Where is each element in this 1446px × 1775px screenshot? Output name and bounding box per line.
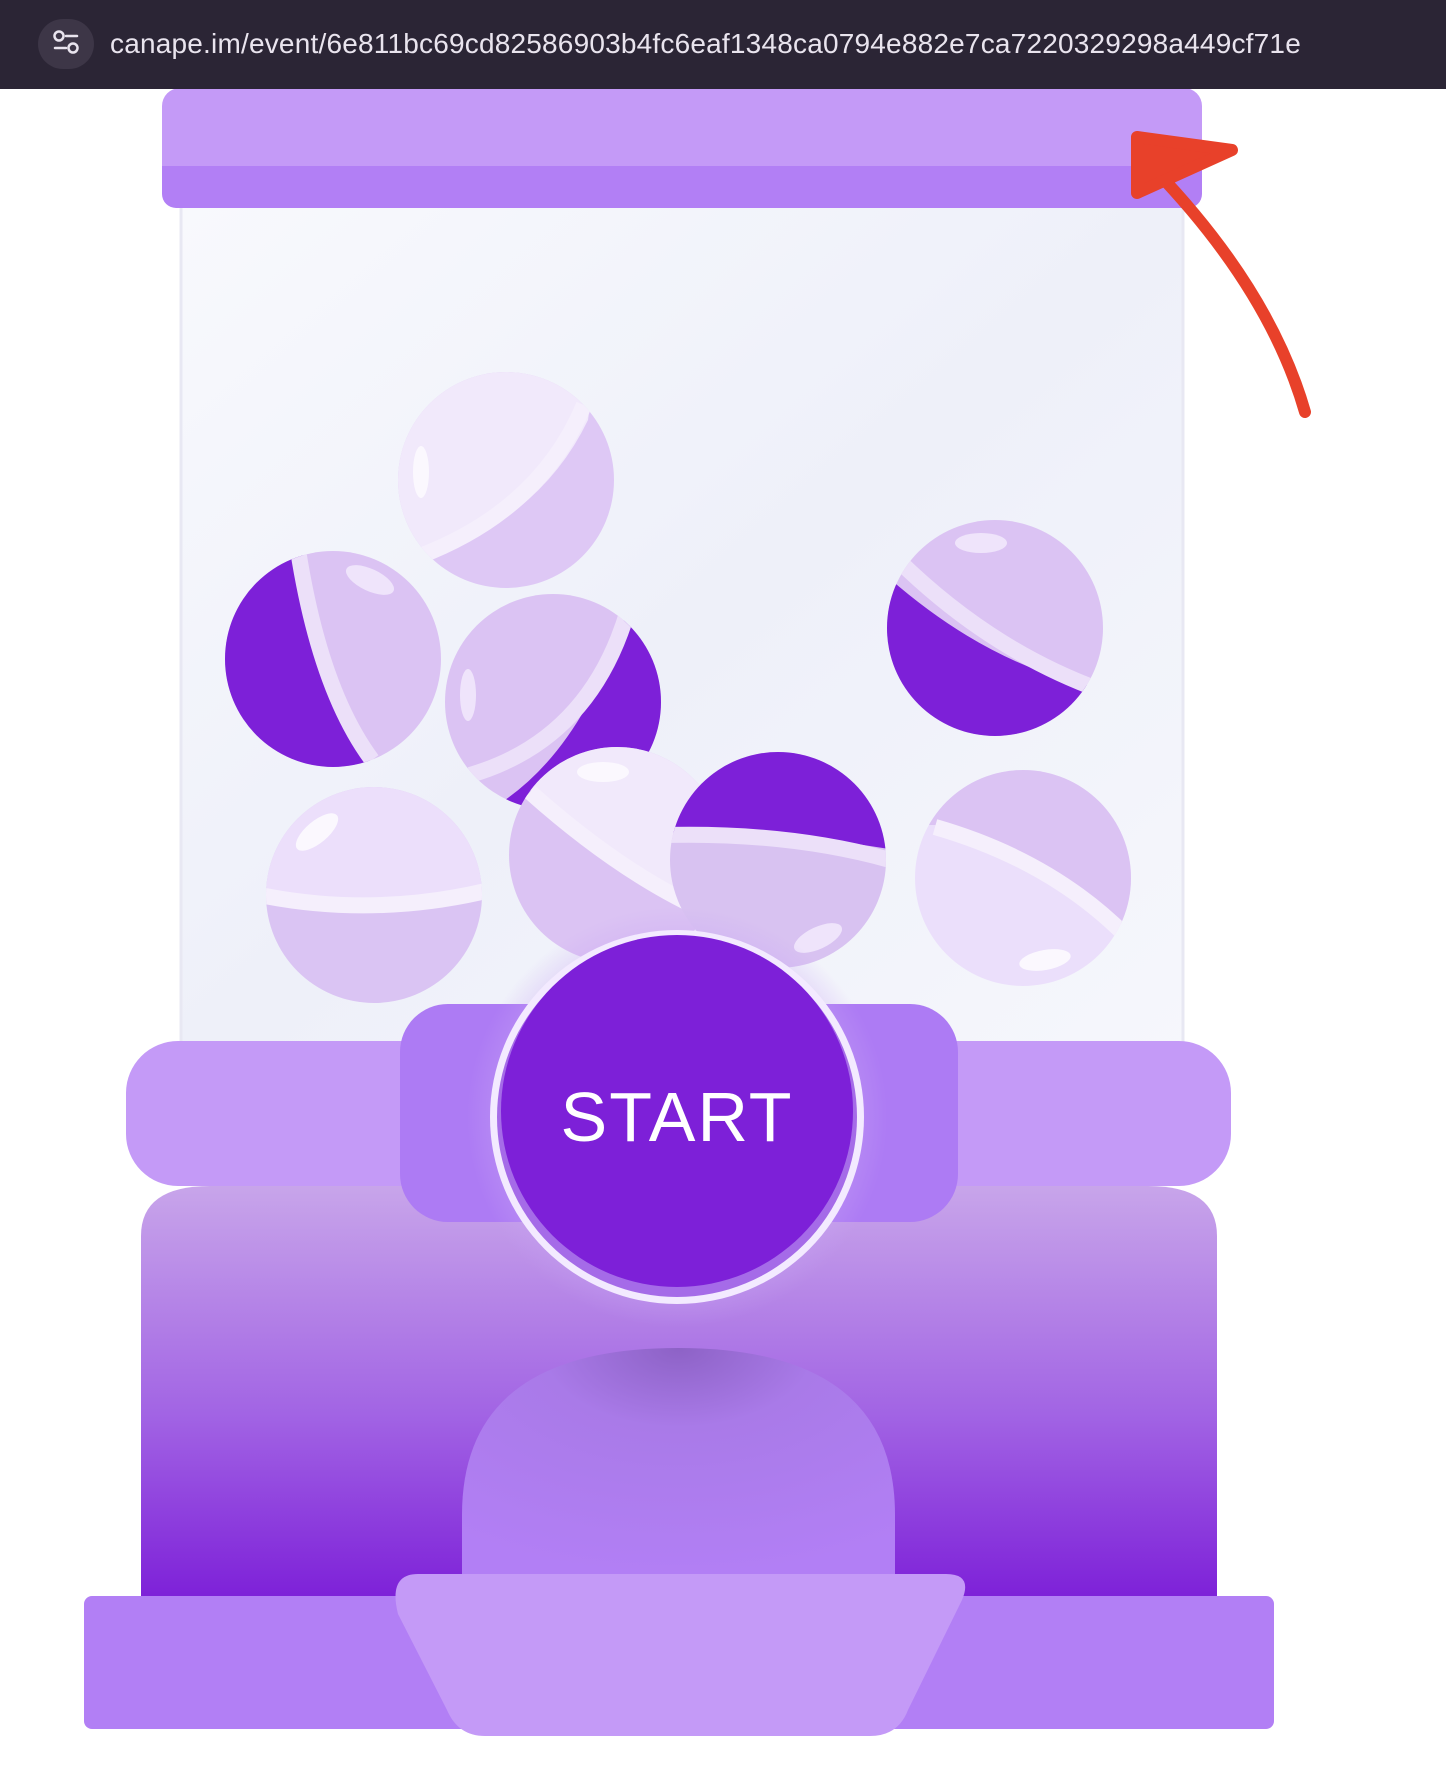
- dispense-chute: [462, 1348, 895, 1600]
- start-button[interactable]: START: [492, 932, 862, 1302]
- url-text[interactable]: canape.im/event/6e811bc69cd82586903b4fc6…: [110, 21, 1301, 67]
- site-settings-button[interactable]: [38, 19, 94, 69]
- gumball-machine: [84, 88, 1311, 1736]
- browser-url-bar: canape.im/event/6e811bc69cd82586903b4fc6…: [0, 0, 1446, 89]
- gumball-machine-scene: [0, 0, 1446, 1770]
- start-button-label: START: [560, 1078, 794, 1156]
- dispense-tray: [395, 1574, 966, 1736]
- site-settings-icon: [51, 28, 81, 61]
